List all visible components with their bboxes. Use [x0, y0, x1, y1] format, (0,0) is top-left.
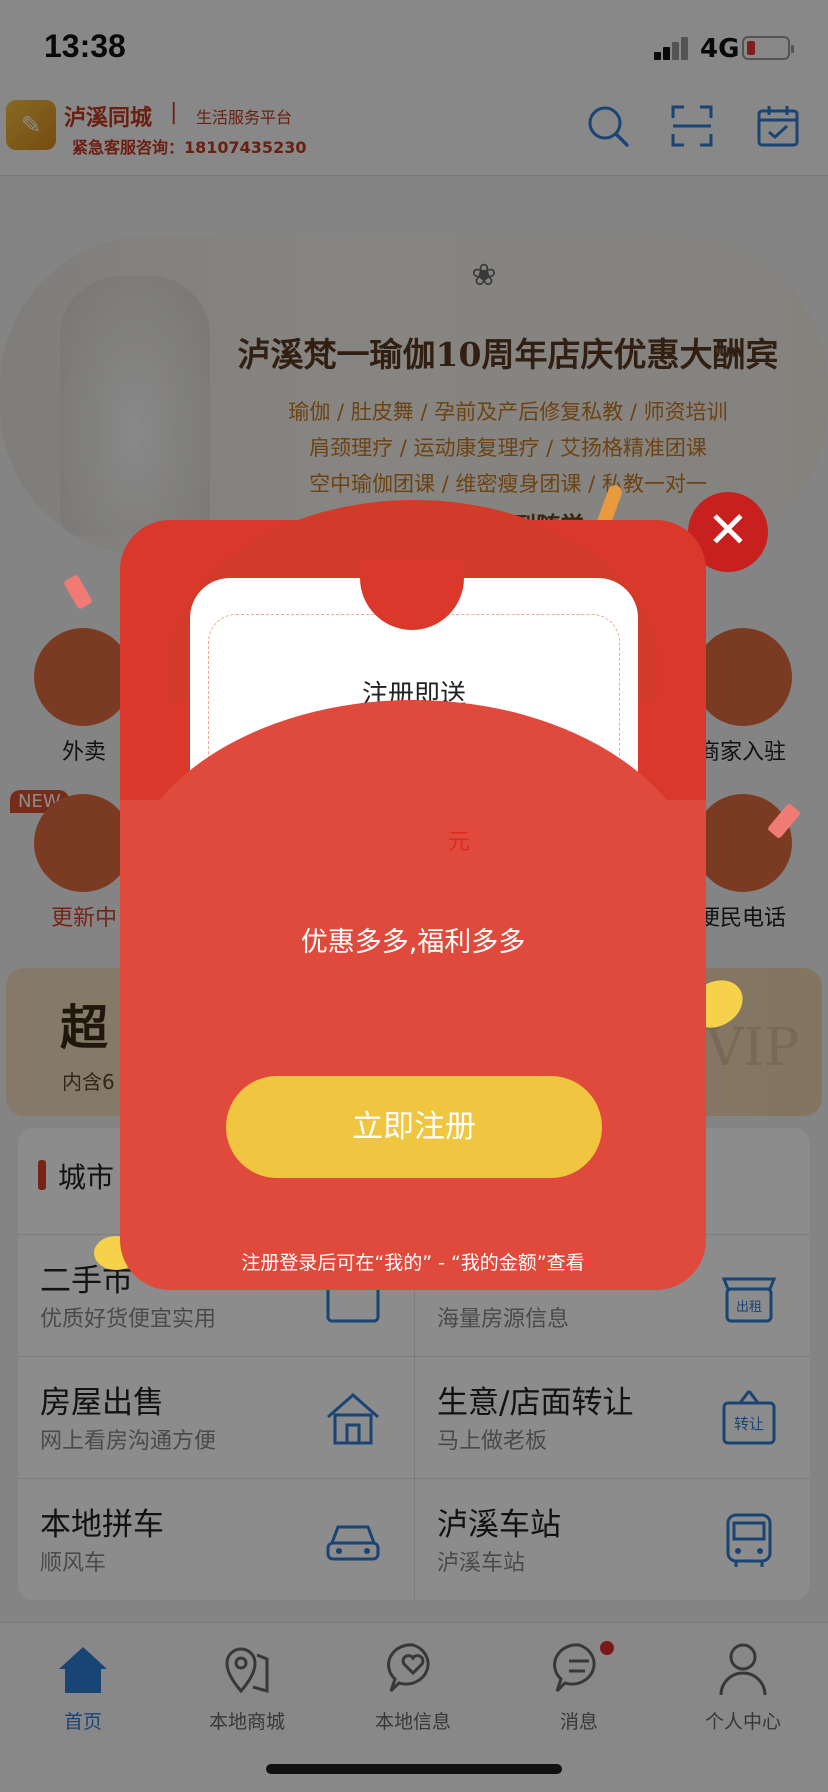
register-now-button[interactable]: 立即注册	[226, 1076, 602, 1178]
envelope-front	[120, 800, 706, 1290]
close-icon: ✕	[707, 501, 749, 559]
home-indicator	[266, 1764, 562, 1774]
popup-tagline: 优惠多多,福利多多	[300, 927, 526, 958]
gift-unit: 元	[448, 830, 471, 855]
popup-note: 注册登录后可在“我的” - “我的金额”查看	[241, 1252, 585, 1274]
